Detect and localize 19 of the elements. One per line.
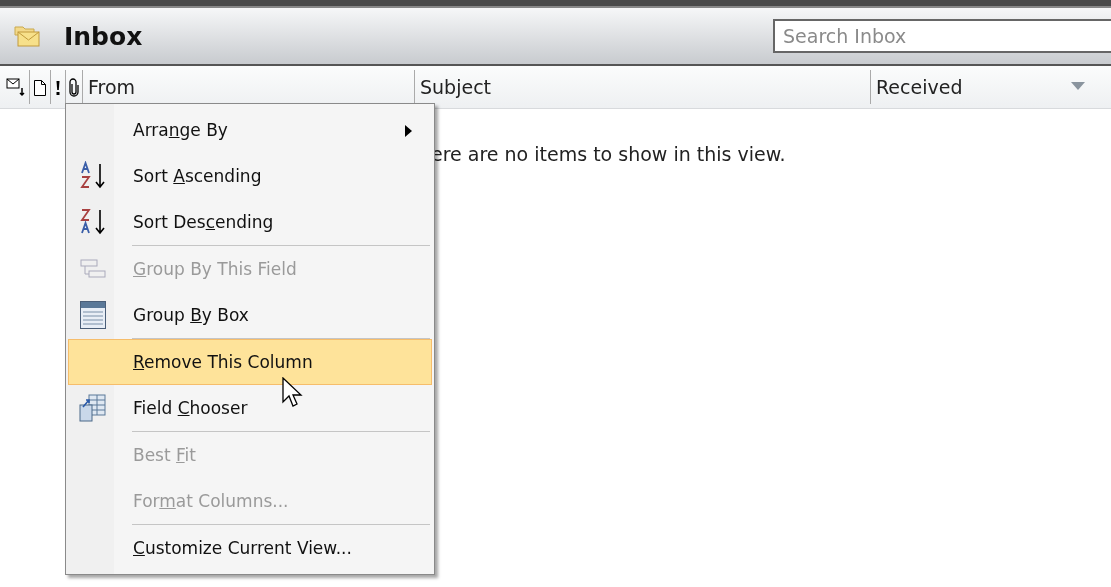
paperclip-icon [69,77,79,97]
field-chooser-icon [79,393,107,423]
menu-item[interactable]: Sort Descending [68,199,432,245]
page-icon [33,77,47,97]
menu-item[interactable]: Sort Ascending [68,153,432,199]
column-header[interactable]: Received [871,66,1111,108]
search-field[interactable]: Search Inbox [773,19,1111,53]
envelope-icon [6,77,26,97]
menu-item[interactable]: Group By Box [68,292,432,338]
folder-title: Inbox [64,21,143,51]
group-box-icon [79,300,107,330]
menu-item[interactable]: Remove This Column [68,339,432,385]
menu-item[interactable]: Field Chooser [68,385,432,431]
menu-item[interactable]: Customize Current View... [68,525,432,571]
sort-descending-icon [79,207,107,237]
sort-ascending-icon [79,161,107,191]
group-field-icon [79,257,107,281]
folder-mail-icon [14,24,40,48]
menu-item[interactable]: Arrange By [68,107,432,153]
